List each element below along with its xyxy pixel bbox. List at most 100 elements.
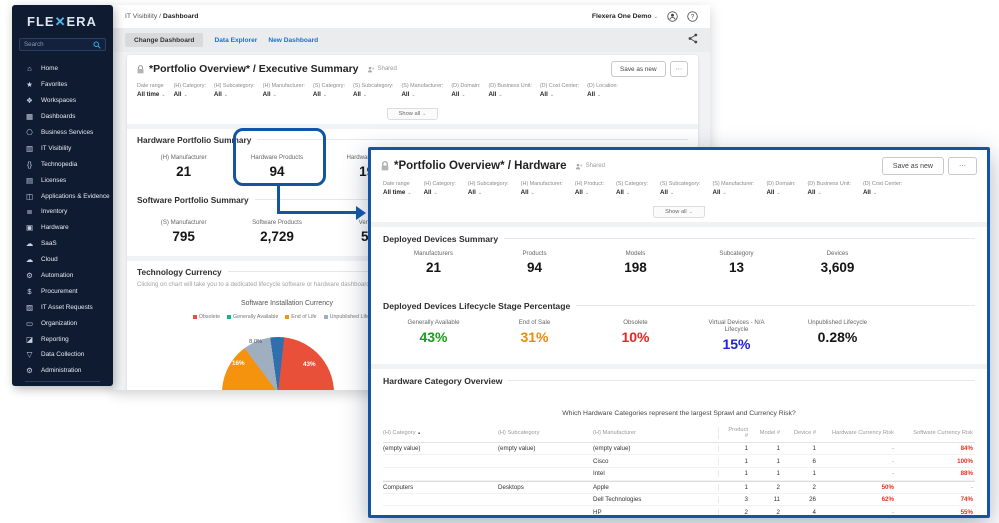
sidebar-item-data-collection[interactable]: ▽ Data Collection: [12, 347, 113, 363]
filter-dropdown[interactable]: Date range All time⌄: [383, 181, 412, 196]
filter-dropdown[interactable]: (D) Domain: All⌄: [766, 181, 795, 196]
sidebar-item-label: Dashboards: [41, 113, 75, 120]
sidebar-item-home[interactable]: ⌂ Home: [12, 61, 113, 77]
filter-dropdown[interactable]: (H) Manufacturer: All⌄: [521, 181, 563, 196]
cell-device-count: 6: [788, 458, 824, 465]
sidebar-item-inventory[interactable]: ≣ Inventory: [12, 204, 113, 220]
filter-dropdown[interactable]: (S) Manufacturer: All⌄: [713, 181, 755, 196]
account-menu[interactable]: Flexera One Demo ⌄: [592, 13, 658, 20]
show-all-button[interactable]: Show all⌄: [387, 108, 439, 120]
sidebar-item-business-services[interactable]: ⎔ Business Services: [12, 125, 113, 141]
sidebar-item-automation[interactable]: ⚙ Automation: [12, 268, 113, 284]
filter-dropdown[interactable]: (S) Subcategory: All⌄: [353, 83, 393, 98]
filter-dropdown[interactable]: (H) Category: All⌄: [424, 181, 456, 196]
filter-label: (H) Category:: [174, 83, 206, 89]
sidebar-item-it-asset-requests[interactable]: ▨ IT Asset Requests: [12, 299, 113, 315]
filter-dropdown[interactable]: (S) Category: All⌄: [616, 181, 648, 196]
table-row[interactable]: Cisco 1 1 6 - 100%: [383, 455, 975, 468]
sidebar-item-procurement[interactable]: $ Procurement: [12, 283, 113, 299]
filter-label: (S) Category:: [616, 181, 648, 187]
search-input[interactable]: [24, 41, 93, 48]
filter-dropdown[interactable]: (H) Subcategory: All⌄: [214, 83, 255, 98]
column-header[interactable]: (H) Category ▲: [383, 430, 498, 436]
show-all-button[interactable]: Show all⌄: [653, 206, 705, 218]
sidebar-item-cloud[interactable]: ☁ Cloud: [12, 252, 113, 268]
filter-dropdown[interactable]: (D) Business Unit: All⌄: [808, 181, 851, 196]
annotation-highlight-box: [233, 128, 326, 186]
annotation-arrow-line: [277, 186, 280, 214]
lifecycle-stat-card: Generally Available 43%: [383, 319, 484, 352]
it-asset-requests-icon: ▨: [25, 303, 34, 312]
filter-label: (D) Business Unit:: [488, 83, 531, 89]
stat-label: (S) Manufacturer: [137, 219, 230, 226]
sidebar-item-label: Automation: [41, 272, 73, 279]
sidebar-item-organization[interactable]: ▭ Organization: [12, 315, 113, 331]
sidebar-item-favorites[interactable]: ★ Favorites: [12, 77, 113, 93]
filter-dropdown[interactable]: (S) Manufacturer: All⌄: [401, 83, 443, 98]
change-dashboard-button[interactable]: Change Dashboard: [125, 33, 203, 47]
stat-value: 795: [137, 229, 230, 244]
filter-dropdown[interactable]: (H) Product: All⌄: [575, 181, 604, 196]
table-row[interactable]: (empty value) (empty value) (empty value…: [383, 443, 975, 456]
filter-dropdown[interactable]: (D) Cost Center: All⌄: [863, 181, 902, 196]
organization-icon: ▭: [25, 319, 34, 328]
column-header[interactable]: (H) Subcategory: [498, 430, 593, 436]
filter-dropdown[interactable]: (S) Subcategory: All⌄: [660, 181, 700, 196]
column-header[interactable]: Hardware Currency Risk: [824, 430, 896, 436]
sidebar-item-hardware[interactable]: ▣ Hardware: [12, 220, 113, 236]
stat-value: 198: [585, 260, 686, 275]
sidebar-item-dashboards[interactable]: ▦ Dashboards: [12, 109, 113, 125]
sidebar-item-applications-evidence[interactable]: ◫ Applications & Evidence: [12, 188, 113, 204]
deployed-devices-stats-row: Manufacturers 21 Products 94 Models 198 …: [383, 250, 888, 275]
sidebar-item-it-visibility[interactable]: ▥ IT Visibility: [12, 140, 113, 156]
save-as-new-button[interactable]: Save as new: [882, 157, 944, 175]
column-header[interactable]: Device #: [788, 430, 824, 436]
column-header[interactable]: (H) Manufacturer: [593, 430, 718, 436]
sidebar-item-licenses[interactable]: ▤ Licenses: [12, 172, 113, 188]
column-header[interactable]: Model #: [756, 430, 788, 436]
sidebar-item-reporting[interactable]: ◪ Reporting: [12, 331, 113, 347]
it-visibility-icon: ▥: [25, 144, 34, 153]
legend-swatch-icon: [324, 315, 328, 319]
stat-label: Obsolete: [600, 319, 672, 326]
filter-dropdown[interactable]: (H) Subcategory: All⌄: [468, 181, 509, 196]
filter-dropdown[interactable]: Date range All time⌄: [137, 83, 166, 98]
filter-label: Date range: [137, 83, 166, 89]
chevron-down-icon: ⌄: [407, 190, 411, 196]
filter-dropdown[interactable]: (D) Cost Center: All⌄: [540, 83, 579, 98]
more-options-button[interactable]: ⋯: [670, 61, 688, 77]
breadcrumb[interactable]: IT Visibility / Dashboard: [125, 13, 198, 20]
data-explorer-link[interactable]: Data Explorer: [214, 37, 257, 44]
filter-dropdown[interactable]: (H) Category: All⌄: [174, 83, 206, 98]
table-row[interactable]: Dell Technologies 3 11 26 62% 74%: [383, 494, 975, 507]
table-row[interactable]: HP 2 2 4 - 55%: [383, 506, 975, 518]
help-icon[interactable]: ?: [687, 11, 698, 22]
filter-dropdown[interactable]: (D) Domain: All⌄: [451, 83, 480, 98]
sidebar-search: [19, 38, 106, 51]
filter-dropdown[interactable]: (D) Location: All⌄: [587, 83, 618, 98]
filter-value: All⌄: [540, 91, 579, 98]
sidebar-item-administration[interactable]: ⚙ Administration: [12, 363, 113, 379]
filter-dropdown[interactable]: (S) Category: All⌄: [313, 83, 345, 98]
new-dashboard-link[interactable]: New Dashboard: [268, 37, 318, 44]
save-as-new-button[interactable]: Save as new: [611, 61, 666, 77]
user-profile-icon[interactable]: [667, 11, 678, 22]
stat-card: Subcategory 13: [686, 250, 787, 275]
sidebar-item-technopedia[interactable]: {} Technopedia: [12, 156, 113, 172]
chevron-down-icon: ⌄: [183, 92, 187, 98]
share-icon[interactable]: [688, 31, 698, 49]
table-row[interactable]: Intel 1 1 1 - 88%: [383, 468, 975, 481]
section-separator: [371, 222, 987, 227]
filter-label: (D) Business Unit:: [808, 181, 851, 187]
filter-dropdown[interactable]: (H) Manufacturer: All⌄: [263, 83, 305, 98]
stat-value: 0.28%: [787, 329, 888, 345]
sidebar-item-saas[interactable]: ☁ SaaS: [12, 236, 113, 252]
filter-dropdown[interactable]: (D) Business Unit: All⌄: [488, 83, 531, 98]
sidebar-item-workspaces[interactable]: ❖ Workspaces: [12, 93, 113, 109]
more-options-button[interactable]: ⋯: [948, 157, 977, 175]
filter-label: (S) Category:: [313, 83, 345, 89]
column-header[interactable]: Product #: [718, 427, 756, 439]
lifecycle-stat-card: Obsolete 10%: [585, 319, 686, 352]
column-header[interactable]: Software Currency Risk: [896, 430, 975, 436]
table-row[interactable]: Computers Desktops Apple 1 2 2 50% -: [383, 481, 975, 494]
